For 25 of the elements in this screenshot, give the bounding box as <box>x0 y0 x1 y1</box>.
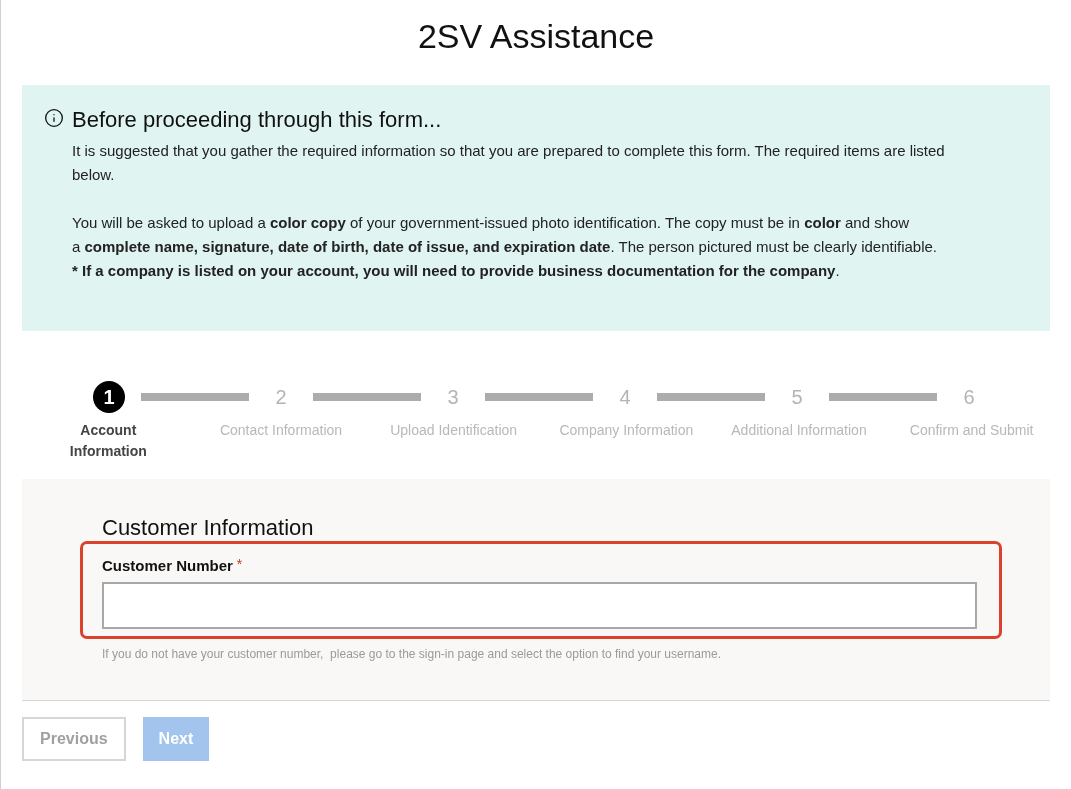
step-number: 2 <box>274 385 288 410</box>
notice-text: a complete name, signature, date of birth, date of issue, and expiration date. The person pictured must be clearly identifiable. <box>72 237 939 257</box>
step-number: 4 <box>618 385 632 410</box>
step-label: Account Information <box>68 421 148 461</box>
notice-text: * If a company is listed on your account, you will need to provide business documentation for the company. <box>72 261 841 281</box>
notice-text: You will be asked to upload a color copy of your government-issued photo identification. The copy must be in color and show <box>72 213 911 233</box>
notice-text: It is suggested that you gather the required information so that you are prepared to complete this form. The required items are listed <box>72 141 945 161</box>
step-number: 1 <box>93 381 125 413</box>
step-label: Company Information <box>559 421 694 440</box>
required-mark: * <box>236 556 243 572</box>
notice-title: Before proceeding through this form... <box>72 107 443 133</box>
notice-text: below. <box>72 165 116 185</box>
step-label: Upload Identification <box>390 421 518 440</box>
page-title: 2SV Assistance <box>417 16 655 56</box>
field-label: Customer Number <box>102 556 233 576</box>
customer-number-field[interactable] <box>102 582 977 629</box>
section-heading: Customer Information <box>102 515 315 541</box>
step-label: Confirm and Submit <box>909 421 1034 440</box>
step-number: 3 <box>446 385 460 410</box>
step-label: Additional Information <box>731 421 867 440</box>
step-number: 6 <box>962 385 976 410</box>
info-icon <box>44 108 64 128</box>
step-number: 5 <box>790 385 804 410</box>
field-hint: If you do not have your customer number, please go to the sign-in page and select the option to find your username. <box>102 646 723 662</box>
step-label: Contact Information <box>219 421 343 440</box>
